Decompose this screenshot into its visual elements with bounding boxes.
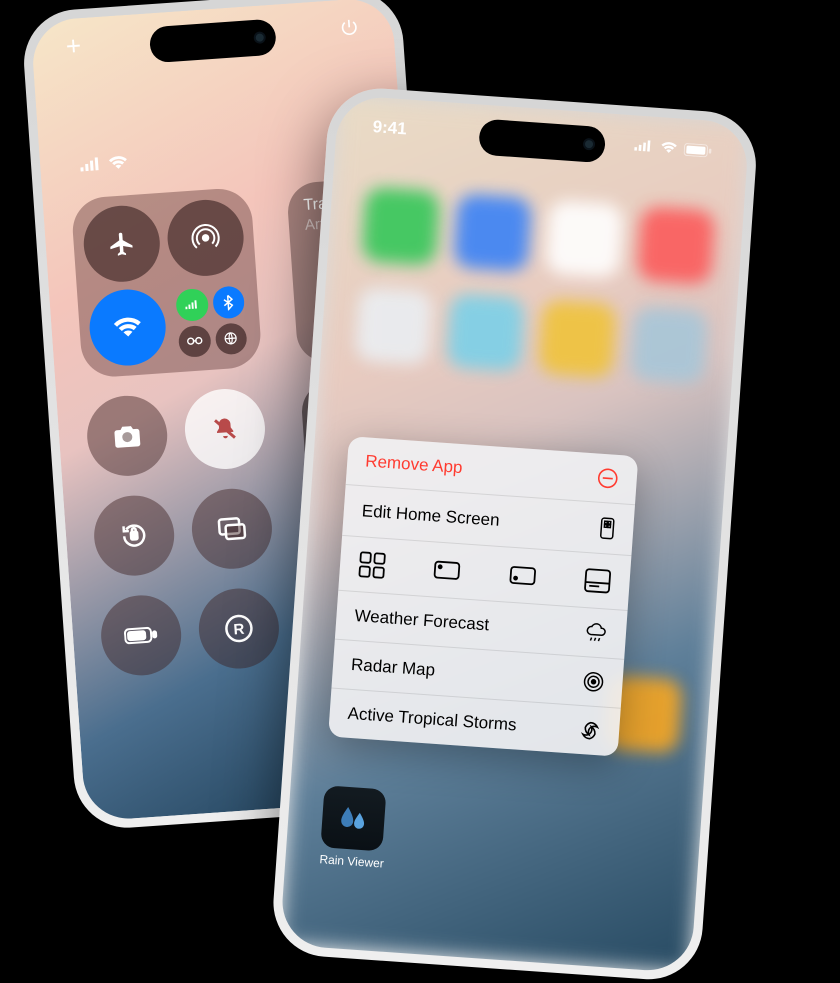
widget-size-small[interactable] (357, 550, 387, 580)
blurred-app-icon (446, 293, 525, 372)
widget-size-large[interactable] (583, 566, 613, 596)
add-control-button[interactable]: + (65, 36, 82, 57)
rotation-lock-icon (118, 520, 150, 552)
blurred-app-icon (361, 187, 440, 266)
wifi-icon (660, 141, 679, 154)
battery-icon (124, 625, 159, 645)
phone-icon (598, 516, 616, 541)
r-icon: R (223, 613, 255, 645)
menu-label: Edit Home Screen (361, 501, 500, 531)
blurred-app-icon (637, 206, 716, 285)
bluetooth-toggle[interactable] (212, 285, 246, 319)
silent-mode-toggle[interactable] (182, 386, 267, 471)
power-icon[interactable] (339, 17, 360, 38)
blurred-app-icon (538, 299, 617, 378)
remove-icon (596, 467, 619, 490)
cellular-icon (80, 157, 103, 173)
airplane-mode-toggle[interactable] (81, 203, 162, 284)
phone-home-context-menu: 9:41 Remove App Edit Home Screen (270, 85, 760, 983)
widget-size-medium-b[interactable] (507, 561, 537, 591)
personal-hotspot-toggle[interactable] (178, 324, 212, 358)
bell-slash-icon (210, 414, 240, 444)
screen: 9:41 Remove App Edit Home Screen (279, 95, 749, 974)
radar-icon (582, 670, 605, 693)
svg-text:R: R (233, 621, 245, 639)
wifi-icon (108, 155, 129, 170)
blurred-app-icon (630, 306, 709, 385)
camera-button[interactable] (85, 393, 170, 478)
wifi-icon (112, 316, 143, 340)
airplane-icon (107, 229, 137, 259)
app-tile[interactable]: Rain Viewer (319, 785, 389, 870)
menu-label: Weather Forecast (354, 606, 490, 635)
screen-mirroring-icon (216, 515, 248, 543)
connectivity-mini-cluster (171, 281, 252, 362)
menu-label: Radar Map (350, 655, 435, 681)
status-time: 9:41 (372, 117, 407, 139)
cyclone-icon (578, 719, 601, 742)
app-context-menu: Remove App Edit Home Screen (328, 436, 638, 756)
low-power-mode-toggle[interactable] (98, 593, 183, 678)
cloud-rain-icon (583, 621, 608, 645)
camera-icon (111, 422, 143, 450)
phone-frame: 9:41 Remove App Edit Home Screen (270, 85, 760, 983)
connectivity-cluster (71, 187, 263, 379)
airdrop-icon (190, 222, 222, 254)
cellular-icon (634, 139, 655, 152)
raindrops-icon (332, 797, 375, 840)
app-icon (320, 785, 386, 851)
vpn-toggle[interactable] (214, 322, 248, 356)
widget-size-medium-a[interactable] (432, 555, 462, 585)
status-icons (634, 139, 713, 157)
menu-label: Remove App (365, 451, 464, 478)
airdrop-toggle[interactable] (165, 197, 246, 278)
battery-icon (683, 142, 712, 157)
rotation-lock-toggle[interactable] (91, 493, 176, 578)
cellular-data-toggle[interactable] (175, 288, 209, 322)
wifi-toggle[interactable] (87, 287, 168, 368)
app-shortcut-button[interactable]: R (196, 586, 281, 671)
blurred-app-icon (545, 200, 624, 279)
menu-label: Active Tropical Storms (347, 704, 517, 736)
blurred-app-icon (453, 193, 532, 272)
screen-mirroring-button[interactable] (189, 486, 274, 571)
blurred-app-icon (354, 287, 433, 366)
